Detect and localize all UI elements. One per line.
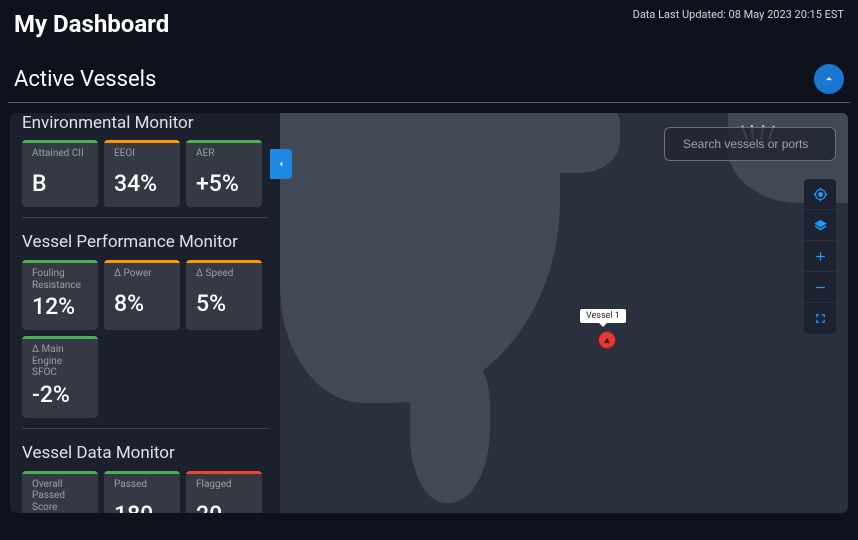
- chevron-up-icon: [822, 72, 836, 86]
- page-title: My Dashboard: [14, 10, 169, 38]
- card-attained-cii[interactable]: Attained CII B: [22, 140, 98, 207]
- collapse-sidebar-button[interactable]: [270, 149, 292, 179]
- card-value: 180: [114, 501, 170, 514]
- landmass-shape: [410, 353, 490, 503]
- card-label: Passed: [114, 479, 170, 499]
- section-title: Active Vessels: [14, 67, 156, 92]
- card-passed[interactable]: Passed 180: [104, 471, 180, 514]
- map-search-input[interactable]: [683, 137, 838, 151]
- performance-monitor-title: Vessel Performance Monitor: [22, 232, 268, 252]
- layers-icon: [813, 218, 828, 233]
- card-label: Attained CII: [32, 148, 88, 168]
- card-value: 5%: [196, 290, 252, 317]
- map-controls: [804, 179, 836, 334]
- map-search-box[interactable]: [664, 127, 836, 161]
- card-value: 8%: [114, 290, 170, 317]
- card-status-bar: [22, 140, 98, 143]
- landmass-shape: [520, 113, 620, 173]
- card-label: Δ Main Engine SFOC: [32, 344, 88, 379]
- card-delta-speed[interactable]: Δ Speed 5%: [186, 260, 262, 330]
- card-label: Fouling Resistance: [32, 268, 88, 291]
- card-value: +5%: [196, 170, 252, 197]
- plus-icon: [813, 249, 828, 264]
- chevron-left-icon: [276, 159, 286, 169]
- monitors-sidebar: Environmental Monitor Attained CII B EEO…: [10, 113, 280, 513]
- card-label: Flagged: [196, 479, 252, 499]
- card-label: Δ Power: [114, 268, 170, 288]
- card-aer[interactable]: AER +5%: [186, 140, 262, 207]
- dashboard-panel: Environmental Monitor Attained CII B EEO…: [10, 113, 848, 513]
- card-status-bar: [186, 140, 262, 143]
- locate-icon: [813, 187, 828, 202]
- section-divider: [8, 102, 850, 103]
- environmental-monitor-title: Environmental Monitor: [22, 113, 268, 132]
- card-status-bar: [104, 260, 180, 263]
- card-value: B: [32, 170, 88, 197]
- card-status-bar: [186, 260, 262, 263]
- card-status-bar: [22, 336, 98, 339]
- vessel-marker[interactable]: [598, 331, 616, 349]
- card-status-bar: [22, 471, 98, 474]
- collapse-section-button[interactable]: [814, 64, 844, 94]
- map-canvas[interactable]: Vessel 1: [280, 113, 848, 513]
- data-monitor-title: Vessel Data Monitor: [22, 443, 268, 463]
- card-status-bar: [186, 471, 262, 474]
- last-updated-text: Data Last Updated: 08 May 2023 20:15 EST: [633, 8, 844, 21]
- card-label: EEOI: [114, 148, 170, 168]
- monitor-divider: [22, 217, 268, 218]
- card-status-bar: [22, 260, 98, 263]
- card-fouling-resistance[interactable]: Fouling Resistance 12%: [22, 260, 98, 330]
- map-locate-button[interactable]: [804, 179, 836, 210]
- minus-icon: [813, 280, 828, 295]
- monitor-divider: [22, 428, 268, 429]
- card-value: 12%: [32, 293, 88, 320]
- fullscreen-icon: [813, 311, 828, 326]
- card-value: 20: [196, 501, 252, 514]
- card-eeoi[interactable]: EEOI 34%: [104, 140, 180, 207]
- card-status-bar: [104, 140, 180, 143]
- card-delta-power[interactable]: Δ Power 8%: [104, 260, 180, 330]
- map-zoom-out-button[interactable]: [804, 272, 836, 303]
- card-flagged[interactable]: Flagged 20: [186, 471, 262, 514]
- card-status-bar: [104, 471, 180, 474]
- card-label: Δ Speed: [196, 268, 252, 288]
- card-delta-main-engine-sfoc[interactable]: Δ Main Engine SFOC -2%: [22, 336, 98, 418]
- card-overall-passed-score[interactable]: Overall Passed Score 90%: [22, 471, 98, 514]
- card-label: Overall Passed Score: [32, 479, 88, 514]
- map-zoom-in-button[interactable]: [804, 241, 836, 272]
- map-layers-button[interactable]: [804, 210, 836, 241]
- card-value: -2%: [32, 381, 88, 408]
- card-label: AER: [196, 148, 252, 168]
- landmass-shape: [280, 113, 560, 403]
- vessel-tooltip: Vessel 1: [580, 309, 626, 323]
- map-fullscreen-button[interactable]: [804, 303, 836, 334]
- card-value: 34%: [114, 170, 170, 197]
